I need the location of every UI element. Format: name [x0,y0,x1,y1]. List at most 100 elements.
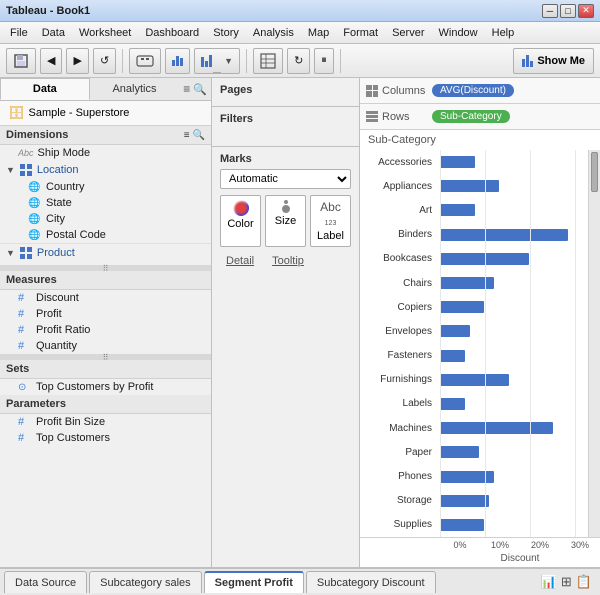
bar-row-accessories[interactable] [440,150,588,174]
set-icon: ⊙ [18,382,32,393]
bar-row-machines[interactable] [440,416,588,440]
chart-label-labels: Labels [360,392,436,416]
toolbar-save[interactable] [6,48,36,74]
group-product-header[interactable]: ▼ Product [0,244,211,262]
measure-profit[interactable]: # Profit [0,306,211,322]
marks-type-select[interactable]: Automatic Bar Line Area Circle [220,169,351,189]
bar-copiers [440,301,484,313]
bar-row-storage[interactable] [440,489,588,513]
menu-story[interactable]: Story [207,25,245,41]
bar-appliances [440,180,499,192]
label-btn-label: Label [317,230,344,242]
tab-data[interactable]: Data [0,78,90,100]
pages-title: Pages [220,84,351,96]
filters-title: Filters [220,113,351,125]
tab-data-source[interactable]: Data Source [4,571,87,593]
new-story-icon[interactable]: 📋 [576,574,592,590]
show-me-label: Show Me [537,55,585,67]
dim-ship-mode[interactable]: Abc Ship Mode [0,145,211,161]
columns-pill[interactable]: AVG(Discount) [432,84,514,97]
measures-label: Measures [6,274,57,286]
menu-format[interactable]: Format [337,25,384,41]
rows-pill[interactable]: Sub-Category [432,110,510,123]
toolbar-reload[interactable]: ↺ [93,48,116,74]
toolbar-connect[interactable] [129,48,161,74]
bar-row-paper[interactable] [440,440,588,464]
close-button[interactable]: ✕ [578,4,594,18]
dim-city[interactable]: 🌐 City [0,211,211,227]
toolbar-forward[interactable]: ▶ [66,48,88,74]
param-top-customers[interactable]: # Top Customers [0,430,211,446]
menu-window[interactable]: Window [433,25,484,41]
menu-map[interactable]: Map [302,25,335,41]
chart-scrollbar[interactable] [588,150,600,537]
bar-row-envelopes[interactable] [440,319,588,343]
tab-subcategory-sales[interactable]: Subcategory sales [89,571,202,593]
toolbar-chart2[interactable]: ▼ [194,48,240,74]
bar-row-appliances[interactable] [440,174,588,198]
bar-row-labels[interactable] [440,392,588,416]
measure-discount[interactable]: # Discount [0,290,211,306]
bar-row-furnishings[interactable] [440,368,588,392]
marks-tooltip-btn[interactable]: Tooltip [266,253,310,269]
menu-server[interactable]: Server [386,25,430,41]
marks-color-btn[interactable]: Color [220,195,261,247]
set-top-customers[interactable]: ⊙ Top Customers by Profit [0,379,211,395]
menu-help[interactable]: Help [486,25,521,41]
measure-profit-ratio[interactable]: # Profit Ratio [0,322,211,338]
dims-list-icon[interactable]: ≡ [184,130,190,141]
bar-row-fasteners[interactable] [440,344,588,368]
scrollbar-thumb[interactable] [591,152,598,192]
bar-row-phones[interactable] [440,464,588,488]
menu-analysis[interactable]: Analysis [247,25,300,41]
columns-shelf-label: Columns [382,85,425,97]
toolbar-separator-1 [122,49,123,73]
tab-analytics[interactable]: Analytics [90,78,180,100]
marks-detail-btn[interactable]: Detail [220,253,260,269]
bar-row-binders[interactable] [440,223,588,247]
marks-size-btn[interactable]: Size [265,195,306,247]
tab-segment-profit[interactable]: Segment Profit [204,571,304,593]
panel-menu-icon[interactable]: ≡ [183,82,190,96]
chart-bars-area[interactable] [440,150,588,537]
menu-worksheet[interactable]: Worksheet [73,25,137,41]
dim-country[interactable]: 🌐 Country [0,179,211,195]
bar-row-bookcases[interactable] [440,247,588,271]
bar-chart2-icon [201,55,221,67]
panel-search-icon[interactable]: 🔍 [193,83,207,96]
datasource-label[interactable]: Sample - Superstore [29,107,130,119]
center-panel: Pages Filters Marks Automatic Bar Line A… [212,78,360,567]
rows-shelf-label: Rows [382,111,410,123]
new-dashboard-icon[interactable]: ⊞ [561,574,572,590]
toolbar-pause[interactable]: ⏸ [314,48,334,74]
menu-data[interactable]: Data [36,25,71,41]
abc-icon-shipmode: Abc [18,148,34,158]
maximize-button[interactable]: □ [560,4,576,18]
menu-dashboard[interactable]: Dashboard [139,25,205,41]
new-sheet-icon[interactable]: 📊 [541,574,557,590]
bar-row-art[interactable] [440,198,588,222]
dim-postal-code[interactable]: 🌐 Postal Code [0,227,211,243]
subcategory-axis-title: Sub-Category [368,134,436,146]
toolbar-chart1[interactable] [165,48,190,74]
toolbar-back[interactable]: ◀ [40,48,62,74]
show-me-button[interactable]: Show Me [513,48,594,74]
minimize-button[interactable]: ─ [542,4,558,18]
group-location-header[interactable]: ▼ Location [0,161,211,179]
bar-row-chairs[interactable] [440,271,588,295]
dims-search-icon[interactable]: 🔍 [193,130,205,141]
tab-subcategory-discount[interactable]: Subcategory Discount [306,571,436,593]
bar-row-supplies[interactable] [440,513,588,537]
x-tick-2: 20% [520,540,560,550]
bar-row-copiers[interactable] [440,295,588,319]
param-profit-bin-size[interactable]: # Profit Bin Size [0,414,211,430]
main-area: Data Analytics ≡ 🔍 🗄 Sample - Superstore… [0,78,600,567]
dim-state[interactable]: 🌐 State [0,195,211,211]
x-tick-1: 10% [480,540,520,550]
dim-state-label: State [46,197,72,209]
menu-file[interactable]: File [4,25,34,41]
marks-label-btn[interactable]: Abc123 Label [310,195,351,247]
toolbar-refresh[interactable]: ↻ [287,48,310,74]
chart-label-paper: Paper [360,440,436,464]
toolbar-table[interactable] [253,48,283,74]
